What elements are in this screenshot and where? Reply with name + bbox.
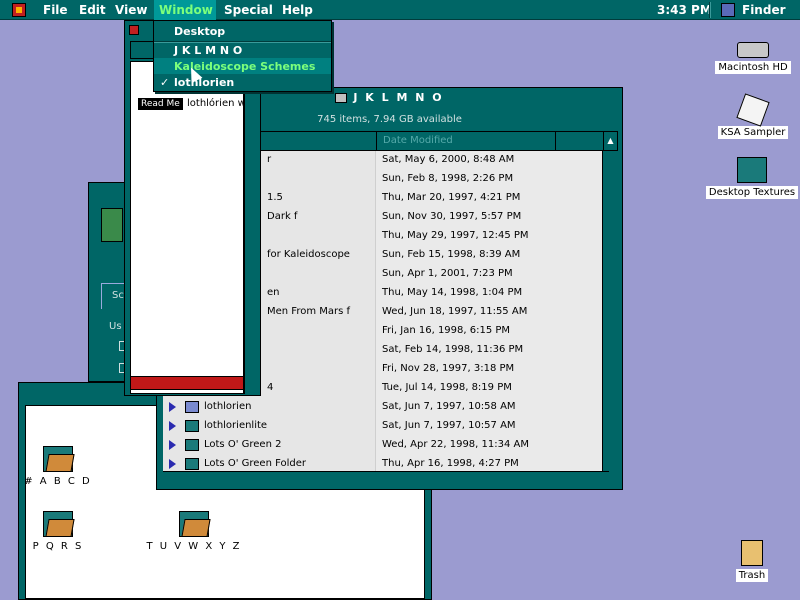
horizontal-scrollbar[interactable] (163, 471, 609, 485)
date-cell: Fri, Jan 16, 1998, 6:15 PM (375, 322, 602, 341)
file-name: 4 (267, 382, 274, 393)
file-name: Lots O' Green 2 (204, 439, 282, 450)
file-name: Men From Mars f (267, 306, 351, 317)
menu-help[interactable]: Help (282, 3, 313, 17)
folder-icon (335, 93, 348, 103)
trash-icon (741, 540, 763, 566)
file-name: en (267, 287, 280, 298)
menu-item-lothlorien[interactable]: ✓ lothlorien (154, 74, 331, 90)
date-cell: Sat, Jun 7, 1997, 10:58 AM (375, 398, 602, 417)
desktop-icon-ksa-sampler[interactable]: KSA Sampler (713, 93, 793, 139)
desktop-icon-label: KSA Sampler (717, 126, 789, 139)
menu-item-jklmno[interactable]: J K L M N O (154, 42, 331, 58)
table-row[interactable]: Lots O' Green 2 Wed, Apr 22, 1998, 11:34 … (163, 436, 602, 455)
date-cell: Sun, Feb 15, 1998, 8:39 AM (375, 246, 602, 265)
disclosure-triangle-icon[interactable] (169, 421, 176, 431)
hard-drive-icon (737, 42, 769, 58)
finder-app-icon[interactable] (721, 3, 735, 17)
menu-edit[interactable]: Edit (79, 3, 106, 17)
folder-item-abcd[interactable]: # A B C D (18, 446, 98, 487)
date-cell: Fri, Nov 28, 1997, 3:18 PM (375, 360, 602, 379)
folder-item-tuvwxyz[interactable]: T U V W X Y Z (144, 511, 244, 552)
desktop-icon-desktop-textures[interactable]: Desktop Textures (704, 157, 800, 199)
menu-item-kaleidoscope-schemes[interactable]: Kaleidoscope Schemes (154, 58, 331, 74)
folder-icon (185, 420, 199, 432)
document-icon (736, 93, 770, 127)
date-cell: Wed, Apr 22, 1998, 11:34 AM (375, 436, 602, 455)
date-cell: Tue, Jul 14, 1998, 8:19 PM (375, 379, 602, 398)
window-title-text: J K L M N O (353, 91, 444, 104)
date-cell: Sun, Feb 8, 1998, 2:26 PM (375, 170, 602, 189)
schemes-text: Us (109, 321, 122, 332)
date-cell: Thu, May 14, 1998, 1:04 PM (375, 284, 602, 303)
menu-file[interactable]: File (43, 3, 68, 17)
sort-order-button[interactable]: ▲ (603, 131, 618, 151)
disclosure-triangle-icon[interactable] (169, 459, 176, 469)
window-dropdown-menu: Desktop J K L M N O Kaleidoscope Schemes… (153, 20, 332, 92)
folder-label: T U V W X Y Z (146, 541, 242, 552)
read-me-tooltip: Read Me (137, 97, 184, 111)
desktop-icon-macintosh-hd[interactable]: Macintosh HD (713, 42, 793, 74)
desktop-icon-label: Desktop Textures (705, 186, 799, 199)
menu-bar: File Edit View Window Special Help 3:43 … (0, 0, 800, 20)
file-name: Lots O' Green Folder (204, 458, 306, 469)
folder-label: P Q R S (32, 541, 84, 552)
folder-icon (185, 439, 199, 451)
menu-special[interactable]: Special (224, 3, 273, 17)
menu-item-label: J K L M N O (174, 44, 243, 57)
folder-icon (43, 446, 75, 472)
folder-label: # A B C D (24, 476, 92, 487)
menu-view[interactable]: View (115, 3, 147, 17)
table-row[interactable]: lothlorien Sat, Jun 7, 1997, 10:58 AM (163, 398, 602, 417)
file-name: r (267, 154, 272, 165)
disclosure-triangle-icon[interactable] (169, 402, 176, 412)
folder-icon (179, 511, 211, 537)
date-cell: Sun, Nov 30, 1997, 5:57 PM (375, 208, 602, 227)
desktop-icon-label: Trash (735, 569, 769, 582)
folder-icon (43, 511, 75, 537)
apple-menu-icon[interactable] (12, 3, 26, 17)
item-label[interactable]: lothlórien wi (187, 98, 249, 109)
date-cell: Sat, May 6, 2000, 8:48 AM (375, 151, 602, 170)
name-cell: Lots O' Green 2 (163, 436, 375, 455)
vertical-scrollbar[interactable] (244, 61, 256, 394)
tab-label: Sc (112, 290, 124, 301)
date-cell: Wed, Jun 18, 1997, 11:55 AM (375, 303, 602, 322)
menu-separator (709, 2, 711, 18)
menu-item-label: lothlorien (174, 76, 235, 89)
horizontal-scrollbar[interactable] (130, 376, 244, 390)
column-header-date[interactable]: Date Modified (376, 132, 556, 150)
file-name: lothlorien (204, 401, 252, 412)
disclosure-triangle-icon[interactable] (169, 440, 176, 450)
folder-item-pqrs[interactable]: P Q R S (18, 511, 98, 552)
menu-item-desktop[interactable]: Desktop (154, 23, 331, 39)
date-cell: Thu, May 29, 1997, 12:45 PM (375, 227, 602, 246)
menu-window[interactable]: Window (159, 3, 213, 17)
date-cell: Sat, Feb 14, 1998, 11:36 PM (375, 341, 602, 360)
date-cell: Thu, Mar 20, 1997, 4:21 PM (375, 189, 602, 208)
application-menu-label[interactable]: Finder (742, 3, 786, 17)
folder-icon (185, 458, 199, 470)
close-box-icon[interactable] (129, 25, 139, 35)
checkmark-icon: ✓ (160, 76, 170, 89)
vertical-scrollbar[interactable] (602, 151, 618, 471)
folder-icon (185, 401, 199, 413)
date-cell: Sat, Jun 7, 1997, 10:57 AM (375, 417, 602, 436)
name-cell: lothlorien (163, 398, 375, 417)
folder-icon (737, 157, 767, 183)
file-name: for Kaleidoscope (267, 249, 350, 260)
name-cell: lothlorienlite (163, 417, 375, 436)
file-name: lothlorienlite (204, 420, 268, 431)
menu-clock[interactable]: 3:43 PM (657, 3, 712, 17)
table-row[interactable]: lothlorienlite Sat, Jun 7, 1997, 10:57 AM (163, 417, 602, 436)
desktop-icon-trash[interactable]: Trash (722, 540, 782, 582)
date-cell: Sun, Apr 1, 2001, 7:23 PM (375, 265, 602, 284)
file-name: Dark f (267, 211, 298, 222)
kaleidoscope-logo-icon (101, 208, 123, 242)
file-name: 1.5 (267, 192, 283, 203)
menu-item-label: Desktop (174, 25, 226, 38)
desktop-icon-label: Macintosh HD (715, 61, 791, 74)
